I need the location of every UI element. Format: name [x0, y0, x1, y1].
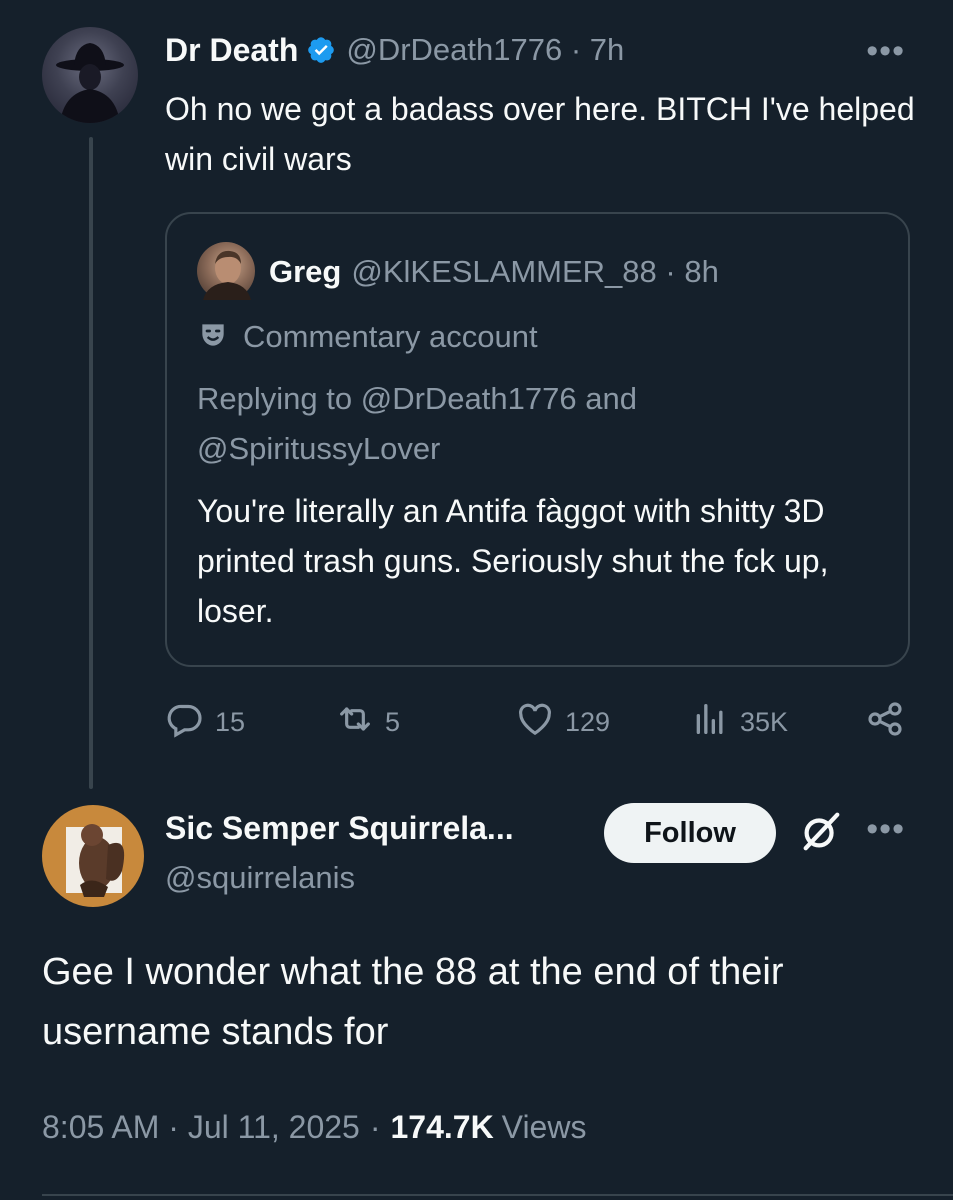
views-label: Views	[501, 1108, 587, 1145]
grok-icon[interactable]	[798, 808, 844, 859]
mask-icon	[197, 319, 229, 356]
quoted-tweet-time[interactable]: 8h	[684, 254, 718, 290]
replying-and: and	[585, 381, 637, 416]
reply-count: 15	[215, 706, 246, 737]
tweet-meta-line: 8:05 AM · Jul 11, 2025 · 174.7K Views	[42, 1103, 586, 1151]
more-icon[interactable]: •••	[866, 810, 905, 849]
separator-dot: ·	[369, 1108, 381, 1145]
reply-tweet-text: Oh no we got a badass over here. BITCH I…	[165, 91, 915, 177]
share-button[interactable]	[865, 696, 915, 748]
like-count: 129	[565, 706, 611, 737]
separator-dot: ·	[656, 254, 685, 289]
quoted-tweet-text: You're literally an Antifa fàggot with s…	[197, 493, 829, 629]
repost-button[interactable]: 5	[335, 696, 400, 748]
quoted-author-handle[interactable]: @KlKESLAMMER_88	[351, 254, 656, 290]
quoted-tweet-card[interactable]: Greg @KlKESLAMMER_88 · 8h Commentary acc…	[165, 212, 910, 667]
separator-dot: ·	[562, 32, 590, 67]
reply-button[interactable]: 15	[165, 696, 245, 748]
total-views-count: 174.7K	[390, 1108, 494, 1145]
replying-to-line: Replying to @DrDeath1776 and @Spiritussy…	[197, 374, 887, 474]
follow-button[interactable]: Follow	[604, 803, 776, 863]
quoted-tweet-header: Greg @KlKESLAMMER_88 · 8h	[269, 250, 719, 294]
views-icon	[690, 699, 740, 746]
commentary-label-text: Commentary account	[243, 319, 538, 354]
more-icon[interactable]: •••	[866, 32, 905, 71]
share-icon	[865, 699, 915, 746]
like-button[interactable]: 129	[515, 696, 610, 748]
repost-icon	[335, 699, 385, 746]
author-handle[interactable]: @squirrelanis	[165, 856, 355, 900]
author-name[interactable]: Sic Semper Squirrela...	[165, 806, 514, 850]
mention-link[interactable]: @SpiritussyLover	[197, 431, 440, 466]
quoted-author-name[interactable]: Greg	[269, 254, 341, 290]
author-name[interactable]: Dr Death	[165, 32, 298, 69]
author-handle[interactable]: @DrDeath1776	[346, 32, 562, 68]
heart-icon	[515, 699, 565, 746]
thread-connector-line	[89, 137, 93, 789]
tweet-time[interactable]: 7h	[590, 32, 624, 68]
replying-prefix: Replying to	[197, 381, 353, 416]
reply-icon	[165, 699, 215, 746]
commentary-label: Commentary account	[197, 314, 538, 360]
tweet-timestamp[interactable]: 8:05 AM · Jul 11, 2025	[42, 1109, 360, 1146]
squirrelanis-avatar[interactable]	[42, 805, 144, 907]
verified-badge-icon	[306, 35, 336, 65]
greg-avatar[interactable]	[197, 242, 255, 300]
dr-death-avatar[interactable]	[42, 27, 138, 123]
divider	[42, 1194, 953, 1196]
views-count: 35K	[740, 706, 789, 737]
tweet-action-bar: 15 5 129 35K	[165, 696, 910, 748]
reply-tweet-header: Dr Death @DrDeath1776 · 7h	[165, 26, 624, 74]
tweet-thread-page: Dr Death @DrDeath1776 · 7h ••• Oh no we …	[0, 0, 953, 1200]
main-tweet-text: Gee I wonder what the 88 at the end of t…	[42, 951, 784, 1053]
repost-count: 5	[385, 706, 401, 737]
views-button[interactable]: 35K	[690, 696, 788, 748]
mention-link[interactable]: @DrDeath1776	[361, 381, 577, 416]
